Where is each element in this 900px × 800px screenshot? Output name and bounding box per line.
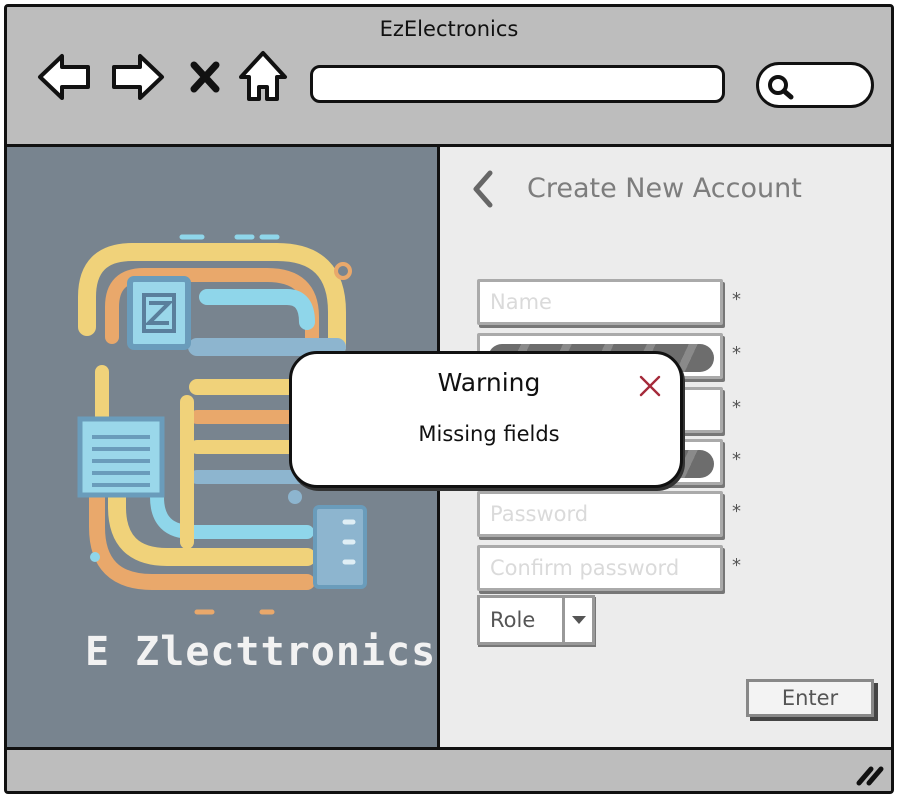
chevron-down-icon[interactable] — [566, 598, 592, 642]
page-title: Create New Account — [527, 173, 802, 204]
confirm-password-field[interactable] — [477, 545, 723, 591]
password-field[interactable] — [477, 491, 723, 537]
role-divider — [562, 598, 565, 642]
search-box[interactable] — [756, 62, 874, 108]
forward-arrow-icon[interactable] — [107, 47, 167, 107]
dialog-message: Missing fields — [418, 422, 560, 446]
address-bar[interactable] — [310, 65, 725, 103]
role-select[interactable]: Role — [477, 595, 595, 645]
confirm-password-input[interactable] — [480, 548, 720, 588]
enter-button[interactable]: Enter — [746, 679, 874, 717]
name-field[interactable] — [477, 279, 723, 325]
chevron-left-icon[interactable] — [470, 169, 496, 209]
required-marker: * — [732, 343, 741, 364]
status-bar — [7, 747, 891, 791]
required-marker: * — [732, 289, 741, 310]
logo-text: E Zlecttronics — [85, 629, 437, 675]
back-arrow-icon[interactable] — [35, 47, 95, 107]
required-marker: * — [732, 501, 741, 522]
browser-toolbar: EzElectronics — [7, 7, 891, 147]
window-title: EzElectronics — [379, 17, 519, 41]
home-icon[interactable] — [233, 47, 293, 107]
password-input[interactable] — [480, 494, 720, 534]
stop-close-icon[interactable] — [175, 47, 235, 107]
name-input[interactable] — [480, 282, 720, 322]
required-marker: * — [732, 449, 741, 470]
dialog-title: Warning — [437, 368, 541, 397]
role-label: Role — [490, 608, 536, 632]
required-marker: * — [732, 397, 741, 418]
close-icon[interactable] — [638, 374, 662, 398]
search-icon — [768, 75, 794, 100]
required-marker: * — [732, 555, 741, 576]
resize-grip-icon[interactable] — [853, 763, 887, 787]
warning-dialog: Warning Missing fields — [289, 351, 683, 488]
